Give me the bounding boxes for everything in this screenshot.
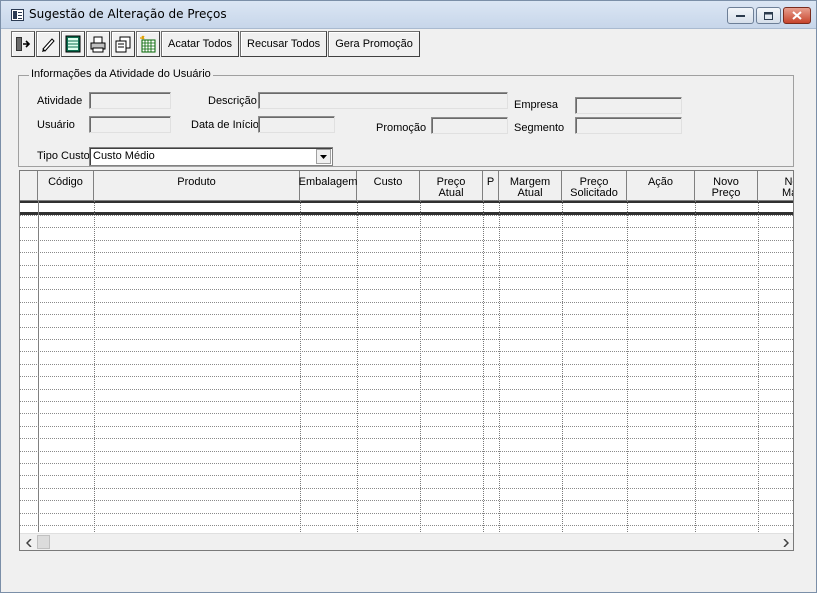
segmento-label: Segmento: [514, 122, 565, 134]
col-header-margem-atual[interactable]: Margem Atual: [499, 171, 562, 201]
grid-row-divider: [20, 301, 793, 303]
grid-row-divider: [20, 450, 793, 452]
descricao-field[interactable]: [258, 92, 508, 109]
grid-row-divider: [20, 215, 793, 216]
exit-icon: [16, 37, 31, 51]
promocao-field[interactable]: [431, 117, 508, 134]
grid-row-divider: [20, 227, 793, 229]
atividade-label: Atividade: [37, 95, 83, 107]
grid-row-divider: [20, 401, 793, 402]
list-button[interactable]: [61, 31, 85, 57]
acatar-todos-button[interactable]: Acatar Todos: [161, 31, 240, 57]
main-window: Sugestão de Alteração de Preços Acatar T…: [0, 0, 817, 593]
chevron-right-icon: [783, 538, 789, 547]
grid-row-divider: [20, 376, 793, 378]
grid-row-divider: [20, 512, 793, 514]
close-button[interactable]: [783, 7, 811, 24]
col-header-embalagem[interactable]: Embalagem: [299, 171, 357, 201]
calendar-new-icon: [140, 35, 156, 53]
copy-pages-icon: [115, 36, 131, 53]
window-app-icon: [11, 9, 24, 21]
chevron-down-icon: [320, 154, 327, 159]
data-inicio-label: Data de Início: [191, 119, 259, 131]
col-header-preco-atual[interactable]: Preço Atual: [420, 171, 483, 201]
print-button[interactable]: [86, 31, 110, 57]
print-icon: [90, 36, 106, 53]
tipo-custo-label: Tipo Custo: [37, 150, 90, 162]
grid-row-divider: [20, 289, 793, 291]
col-header-codigo[interactable]: Código: [38, 171, 94, 201]
grid-row-divider: [20, 351, 793, 353]
copy-button[interactable]: [111, 31, 135, 57]
title-bar: Sugestão de Alteração de Preços: [1, 1, 816, 29]
descricao-label: Descrição: [208, 95, 257, 107]
atividade-field[interactable]: [89, 92, 171, 109]
maximize-icon: [764, 11, 773, 20]
chevron-left-icon: [26, 538, 32, 547]
horizontal-scrollbar[interactable]: [20, 533, 793, 550]
calendar-button[interactable]: [136, 31, 160, 57]
minimize-icon: [736, 14, 745, 17]
grid-row-divider: [20, 425, 793, 427]
empresa-label: Empresa: [514, 99, 559, 111]
gera-promocao-button[interactable]: Gera Promoção: [328, 31, 420, 57]
grid-row-divider: [20, 363, 793, 365]
grid-row-divider: [20, 388, 793, 390]
minimize-button[interactable]: [727, 7, 754, 24]
grid-row-divider: [20, 487, 793, 489]
row-indicator-header: [20, 171, 38, 201]
tipo-custo-value: Custo Médio: [93, 150, 155, 162]
tipo-custo-dropdown-button[interactable]: [316, 149, 331, 164]
list-sheet-icon: [65, 35, 81, 53]
grid-row-divider: [20, 463, 793, 464]
col-header-custo[interactable]: Custo: [357, 171, 420, 201]
grid-row-divider: [20, 239, 793, 241]
col-header-nova-margem[interactable]: NovMarç: [758, 171, 793, 201]
col-header-p[interactable]: P: [483, 171, 499, 201]
col-header-preco-solicitado[interactable]: Preço Solicitado: [562, 171, 627, 201]
scroll-left-button[interactable]: [22, 536, 36, 549]
segmento-field[interactable]: [575, 117, 682, 134]
edit-button[interactable]: [36, 31, 60, 57]
grid-body[interactable]: [20, 215, 793, 532]
maximize-button[interactable]: [756, 7, 781, 24]
promocao-label: Promoção: [376, 122, 427, 134]
grid-current-row[interactable]: [20, 201, 793, 215]
usuario-label: Usuário: [37, 119, 75, 131]
col-header-acao[interactable]: Ação: [627, 171, 695, 201]
scroll-right-button[interactable]: [779, 536, 793, 549]
grid-row-divider: [20, 438, 793, 440]
window-title: Sugestão de Alteração de Preços: [29, 7, 227, 21]
grid-row-divider: [20, 475, 793, 477]
grid-row-divider: [20, 525, 793, 526]
empresa-field[interactable]: [575, 97, 682, 114]
grid-row-divider: [20, 277, 793, 278]
grid-row-divider: [20, 252, 793, 254]
edit-pencil-icon: [42, 38, 55, 52]
grid-row-divider: [20, 413, 793, 415]
grid-row-divider: [20, 339, 793, 340]
recusar-todos-button[interactable]: Recusar Todos: [240, 31, 328, 57]
exit-button[interactable]: [11, 31, 35, 57]
data-inicio-field[interactable]: [258, 116, 335, 133]
scroll-thumb[interactable]: [37, 535, 50, 549]
col-header-novo-preco[interactable]: Novo Preço: [695, 171, 758, 201]
grid-row-divider: [20, 264, 793, 266]
grid-row-divider: [20, 314, 793, 316]
col-header-produto[interactable]: Produto: [94, 171, 300, 201]
toolbar: Acatar Todos Recusar Todos Gera Promoção: [11, 31, 421, 58]
grid-row-divider: [20, 326, 793, 328]
usuario-field[interactable]: [89, 116, 171, 133]
grid-header: Código Produto Embalagem Custo Preço Atua…: [20, 171, 793, 201]
close-icon: [792, 11, 802, 20]
group-legend: Informações da Atividade do Usuário: [29, 68, 213, 80]
grid-row-divider: [20, 500, 793, 502]
price-suggestion-grid[interactable]: Código Produto Embalagem Custo Preço Atua…: [19, 170, 794, 551]
tipo-custo-select[interactable]: Custo Médio: [89, 147, 333, 166]
